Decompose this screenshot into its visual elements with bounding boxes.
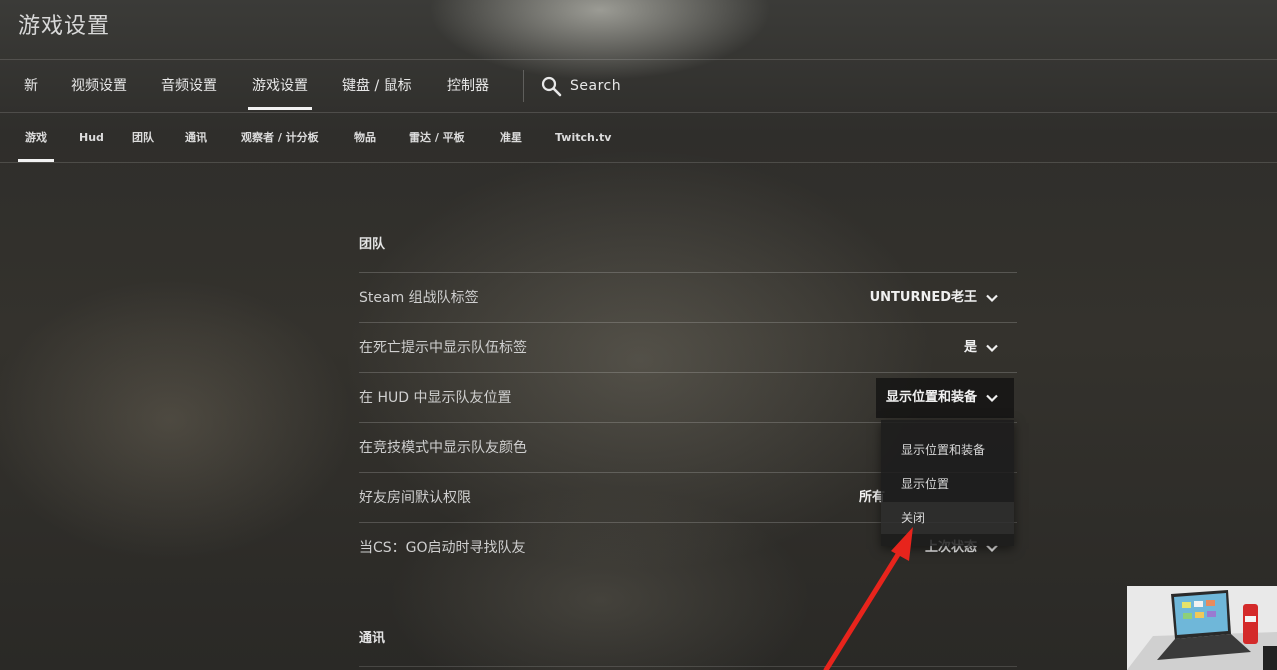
setting-row-death-notice-tag[interactable]: 在死亡提示中显示队伍标签 是 bbox=[359, 322, 1017, 373]
setting-row-hud-teammate-position[interactable]: 在 HUD 中显示队友位置 显示位置和装备 bbox=[359, 372, 1017, 423]
video-thumbnail bbox=[1127, 586, 1277, 670]
subtab-spectator-scoreboard[interactable]: 观察者 / 计分板 bbox=[241, 115, 319, 162]
setting-value-dropdown[interactable]: UNTURNED老王 bbox=[870, 273, 999, 323]
tab-audio[interactable]: 音频设置 bbox=[161, 62, 217, 110]
search-label: Search bbox=[570, 78, 622, 94]
subtabs-divider bbox=[0, 162, 1277, 163]
dropdown-menu: 显示位置和装备 显示位置 关闭 bbox=[881, 420, 1014, 546]
tab-controller[interactable]: 控制器 bbox=[447, 62, 489, 110]
setting-row-steam-group-tag[interactable]: Steam 组战队标签 UNTURNED老王 bbox=[359, 272, 1017, 323]
tab-game[interactable]: 游戏设置 bbox=[248, 62, 312, 110]
setting-value-dropdown[interactable]: 是 bbox=[964, 323, 999, 373]
subtab-comms[interactable]: 通讯 bbox=[185, 115, 207, 162]
tabs-divider bbox=[0, 112, 1277, 113]
subtab-team[interactable]: 团队 bbox=[132, 115, 154, 162]
dropdown-option-off[interactable]: 关闭 bbox=[881, 502, 1014, 534]
subtab-items[interactable]: 物品 bbox=[354, 115, 376, 162]
section-title-comms: 通讯 bbox=[359, 631, 386, 646]
setting-value: 显示位置和装备 bbox=[885, 390, 977, 405]
setting-value: 是 bbox=[963, 340, 977, 355]
chevron-down-icon bbox=[986, 294, 998, 303]
subtab-game[interactable]: 游戏 bbox=[18, 115, 54, 162]
setting-value-dropdown-open[interactable]: 显示位置和装备 bbox=[875, 378, 1014, 418]
setting-label: 在 HUD 中显示队友位置 bbox=[359, 390, 512, 406]
tab-new[interactable]: 新 bbox=[24, 62, 38, 110]
setting-value: UNTURNED老王 bbox=[869, 290, 977, 305]
header-divider bbox=[0, 59, 1277, 60]
subtab-twitch[interactable]: Twitch.tv bbox=[555, 115, 611, 162]
setting-label: 当CS：GO启动时寻找队友 bbox=[359, 540, 526, 556]
setting-label: 好友房间默认权限 bbox=[359, 490, 471, 506]
subtab-radar-tablet[interactable]: 雷达 / 平板 bbox=[409, 115, 465, 162]
setting-label: 在竞技模式中显示队友颜色 bbox=[359, 440, 527, 456]
tab-separator bbox=[523, 70, 524, 102]
tab-video[interactable]: 视频设置 bbox=[71, 62, 127, 110]
dropdown-option-position-and-equipment[interactable]: 显示位置和装备 bbox=[881, 434, 1014, 466]
tab-keyboard-mouse[interactable]: 键盘 / 鼠标 bbox=[342, 62, 412, 110]
comms-divider bbox=[359, 666, 1017, 667]
search-button[interactable]: Search bbox=[541, 72, 621, 100]
section-title-team: 团队 bbox=[359, 237, 386, 252]
laptop-image bbox=[1127, 586, 1277, 670]
setting-label: Steam 组战队标签 bbox=[359, 290, 479, 306]
subtab-hud[interactable]: Hud bbox=[79, 115, 104, 162]
dropdown-option-position[interactable]: 显示位置 bbox=[881, 468, 1014, 500]
chevron-down-icon bbox=[986, 394, 998, 403]
subtab-crosshair[interactable]: 准星 bbox=[500, 115, 522, 162]
page-title: 游戏设置 bbox=[18, 14, 111, 39]
setting-label: 在死亡提示中显示队伍标签 bbox=[359, 340, 527, 356]
search-icon bbox=[541, 76, 562, 96]
chevron-down-icon bbox=[986, 344, 998, 353]
